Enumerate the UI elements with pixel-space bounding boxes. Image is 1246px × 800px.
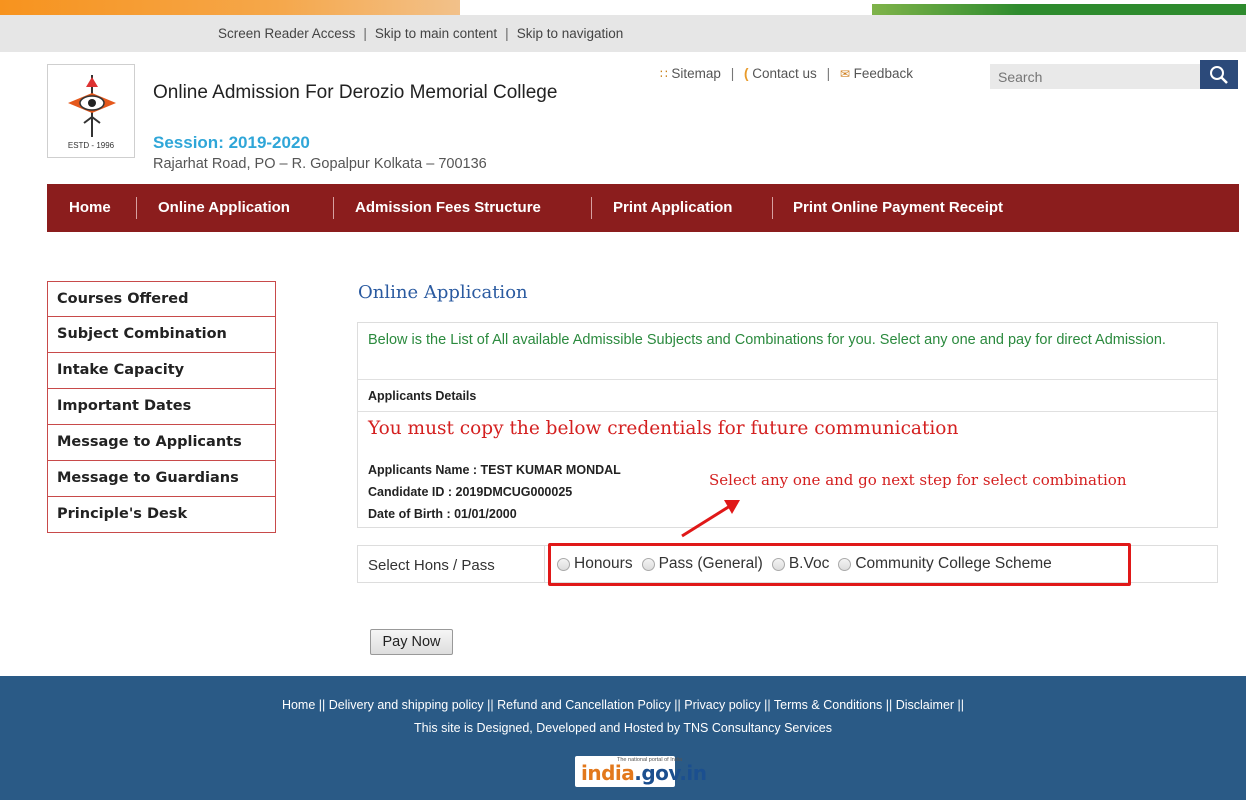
radio-icon[interactable] [771,557,785,571]
search-input[interactable] [990,64,1200,89]
option-community-college[interactable]: Community College Scheme [838,555,1052,573]
sidebar-item-intake-capacity[interactable]: Intake Capacity [47,353,276,389]
footer-credit: This site is Designed, Developed and Hos… [413,721,833,735]
sidebar-item-principles-desk[interactable]: Principle's Desk [47,497,276,533]
logo-estd-text: ESTD - 1996 [67,141,115,150]
feedback-link[interactable]: Feedback [854,66,913,81]
page-title: Online Application [358,282,528,303]
option-label: Pass (General) [658,555,763,572]
search-icon [1210,65,1228,84]
mail-icon: ✉ [839,67,850,81]
nav-admission-fees[interactable]: Admission Fees Structure [355,184,541,232]
phone-icon: ( [743,66,749,81]
nav-separator [333,197,334,219]
applicant-name: Applicants Name : TEST KUMAR MONDAL [368,463,621,477]
applicant-details-box: Below is the List of All available Admis… [357,322,1218,528]
nav-online-application[interactable]: Online Application [158,184,290,232]
accessibility-bar: Screen Reader Access | Skip to main conten… [0,15,1246,52]
candidate-id: Candidate ID : 2019DMCUG000025 [368,485,573,499]
screen-reader-link[interactable]: Screen Reader Access [218,26,355,41]
college-address: Rajarhat Road, PO – R. Gopalpur Kolkata … [153,156,487,172]
college-emblem-icon [68,75,116,137]
accessibility-links: Screen Reader Access | Skip to main conten… [218,26,623,41]
intro-text: Below is the List of All available Admis… [368,332,1166,348]
divider [544,546,545,582]
nav-separator [772,197,773,219]
separator: | [730,66,735,81]
option-honours[interactable]: Honours [557,555,633,573]
india-name-part2: .gov.in [634,761,707,785]
separator: | [826,66,831,81]
hons-pass-radio-group: Honours Pass (General) B.Voc Community C… [557,555,1061,573]
select-hons-pass-label: Select Hons / Pass [368,557,495,574]
annotation-hint: Select any one and go next step for sele… [709,471,1127,489]
annotation-arrow-icon [681,500,740,538]
india-gov-name: india.gov.in [581,761,707,785]
separator: | [505,26,509,41]
sidebar-item-courses-offered[interactable]: Courses Offered [47,281,276,317]
separator: | [363,26,367,41]
india-name-part1: india [581,761,635,785]
top-links: ∷ Sitemap | ( Contact us | ✉ Feedback [660,66,913,81]
college-logo[interactable]: ESTD - 1996 [47,64,135,158]
skip-main-link[interactable]: Skip to main content [375,26,497,41]
divider [358,411,1217,412]
applicants-details-heading: Applicants Details [368,389,477,403]
radio-icon[interactable] [641,557,655,571]
nav-print-payment-receipt[interactable]: Print Online Payment Receipt [793,184,1003,232]
sidebar-menu: Courses Offered Subject Combination Inta… [47,281,276,533]
tricolor-orange [0,0,460,15]
radio-icon[interactable] [838,557,852,571]
credentials-warning: You must copy the below credentials for … [368,418,959,439]
tricolor-strip [0,0,1246,15]
main-navbar: Home Online Application Admission Fees S… [47,184,1239,232]
divider [358,379,1217,380]
session-text: Session: 2019-2020 [153,133,310,152]
site-footer: Home || Delivery and shipping policy || … [0,676,1246,800]
radio-icon[interactable] [557,557,570,571]
sidebar-item-important-dates[interactable]: Important Dates [47,389,276,425]
search-button[interactable] [1200,60,1238,89]
pay-now-button[interactable]: Pay Now [370,629,453,655]
sidebar-item-message-guardians[interactable]: Message to Guardians [47,461,276,497]
option-label: B.Voc [788,555,830,572]
skip-nav-link[interactable]: Skip to navigation [517,26,624,41]
date-of-birth: Date of Birth : 01/01/2000 [368,507,517,521]
option-pass-general[interactable]: Pass (General) [641,555,763,573]
footer-links[interactable]: Home || Delivery and shipping policy || … [0,698,1246,712]
option-label: Honours [574,555,633,572]
sitemap-icon: ∷ [660,67,668,81]
tricolor-green [872,4,1246,15]
sidebar-item-subject-combination[interactable]: Subject Combination [47,317,276,353]
college-title: Online Admission For Derozio Memorial Co… [153,82,558,103]
contact-link[interactable]: Contact us [752,66,817,81]
nav-print-application[interactable]: Print Application [613,184,732,232]
nav-separator [591,197,592,219]
nav-home[interactable]: Home [69,184,111,232]
nav-separator [136,197,137,219]
india-gov-logo[interactable]: The national portal of India india.gov.i… [575,756,707,787]
sitemap-link[interactable]: Sitemap [671,66,721,81]
sidebar-item-message-applicants[interactable]: Message to Applicants [47,425,276,461]
option-bvoc[interactable]: B.Voc [771,555,830,573]
option-label: Community College Scheme [855,555,1052,572]
